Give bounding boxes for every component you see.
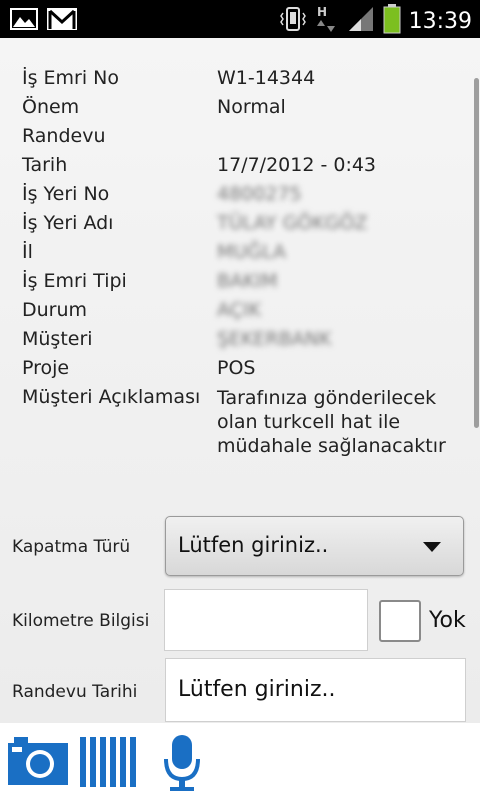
barcode-icon[interactable] bbox=[78, 733, 142, 793]
gmail-icon bbox=[46, 7, 78, 35]
yok-checkbox[interactable] bbox=[379, 600, 421, 642]
detail-row: İş Yeri Adı TÜLAY GÖKGÖZ bbox=[22, 209, 462, 238]
detail-row: Müşteri Açıklaması Tarafınıza gönderilec… bbox=[22, 383, 462, 458]
detail-label: İş Yeri No bbox=[22, 183, 110, 205]
gallery-icon bbox=[10, 8, 38, 34]
detail-row: Proje POS bbox=[22, 354, 462, 383]
detail-row: Önem Normal bbox=[22, 93, 462, 122]
microphone-icon[interactable] bbox=[160, 733, 204, 797]
detail-label: Tarih bbox=[22, 154, 68, 176]
detail-value-redacted: 4800275 bbox=[217, 183, 302, 205]
detail-value bbox=[217, 122, 462, 151]
detail-row: İş Emri No W1-14344 bbox=[22, 64, 462, 93]
detail-value: 17/7/2012 - 0:43 bbox=[217, 154, 377, 176]
detail-value-redacted: AÇIK bbox=[217, 299, 261, 321]
kilometer-input[interactable] bbox=[164, 589, 368, 651]
detail-value-redacted: ŞEKERBANK bbox=[217, 328, 332, 350]
detail-value: POS bbox=[217, 357, 256, 379]
kilometer-label: Kilometre Bilgisi bbox=[12, 611, 150, 631]
detail-label: Önem bbox=[22, 96, 80, 118]
closure-type-dropdown[interactable]: Lütfen giriniz.. bbox=[165, 516, 464, 576]
detail-row: İl MUĞLA bbox=[22, 238, 462, 267]
detail-label: İş Emri No bbox=[22, 67, 120, 89]
vibrate-icon bbox=[279, 5, 307, 37]
appointment-date-label: Randevu Tarihi bbox=[12, 682, 138, 702]
detail-label: Müşteri bbox=[22, 328, 93, 350]
appointment-date-value: Lütfen giriniz.. bbox=[178, 677, 336, 702]
detail-value-redacted: BAKIM bbox=[217, 270, 278, 292]
dropdown-arrow-icon bbox=[423, 542, 441, 552]
detail-label: Müşteri Açıklaması bbox=[22, 386, 201, 408]
detail-row: İş Emri Tipi BAKIM bbox=[22, 267, 462, 296]
detail-row: Durum AÇIK bbox=[22, 296, 462, 325]
work-order-details: İş Emri No W1-14344 Önem Normal Randevu … bbox=[22, 64, 462, 458]
detail-label: İş Yeri Adı bbox=[22, 212, 114, 234]
closure-type-value: Lütfen giriniz.. bbox=[178, 533, 329, 557]
detail-label: İş Emri Tipi bbox=[22, 270, 127, 292]
clock: 13:39 bbox=[408, 8, 472, 34]
data-hplus-icon: H bbox=[315, 4, 339, 38]
scrollbar[interactable] bbox=[474, 78, 479, 428]
detail-label: Randevu bbox=[22, 125, 106, 147]
battery-icon bbox=[383, 4, 401, 38]
detail-row: İş Yeri No 4800275 bbox=[22, 180, 462, 209]
detail-row: Randevu bbox=[22, 122, 462, 151]
appointment-date-input[interactable]: Lütfen giriniz.. bbox=[165, 658, 466, 722]
detail-value-redacted: MUĞLA bbox=[217, 241, 287, 263]
signal-icon bbox=[347, 5, 375, 37]
detail-value: Normal bbox=[217, 96, 286, 118]
camera-icon[interactable] bbox=[6, 733, 70, 793]
detail-row: Müşteri ŞEKERBANK bbox=[22, 325, 462, 354]
detail-value: W1-14344 bbox=[217, 67, 316, 89]
detail-value-redacted: TÜLAY GÖKGÖZ bbox=[217, 212, 368, 234]
svg-text:H: H bbox=[317, 5, 327, 19]
detail-label: İl bbox=[22, 241, 33, 263]
detail-row: Tarih 17/7/2012 - 0:43 bbox=[22, 151, 462, 180]
status-bar: H 13:39 bbox=[0, 0, 480, 38]
customer-description: Tarafınıza gönderilecek olan turkcell ha… bbox=[217, 387, 446, 457]
closure-type-label: Kapatma Türü bbox=[12, 537, 131, 557]
work-order-form[interactable]: İş Emri No W1-14344 Önem Normal Randevu … bbox=[0, 38, 480, 723]
detail-label: Durum bbox=[22, 299, 88, 321]
detail-label: Proje bbox=[22, 357, 70, 379]
bottom-toolbar bbox=[0, 723, 480, 800]
yok-label[interactable]: Yok bbox=[429, 608, 466, 633]
